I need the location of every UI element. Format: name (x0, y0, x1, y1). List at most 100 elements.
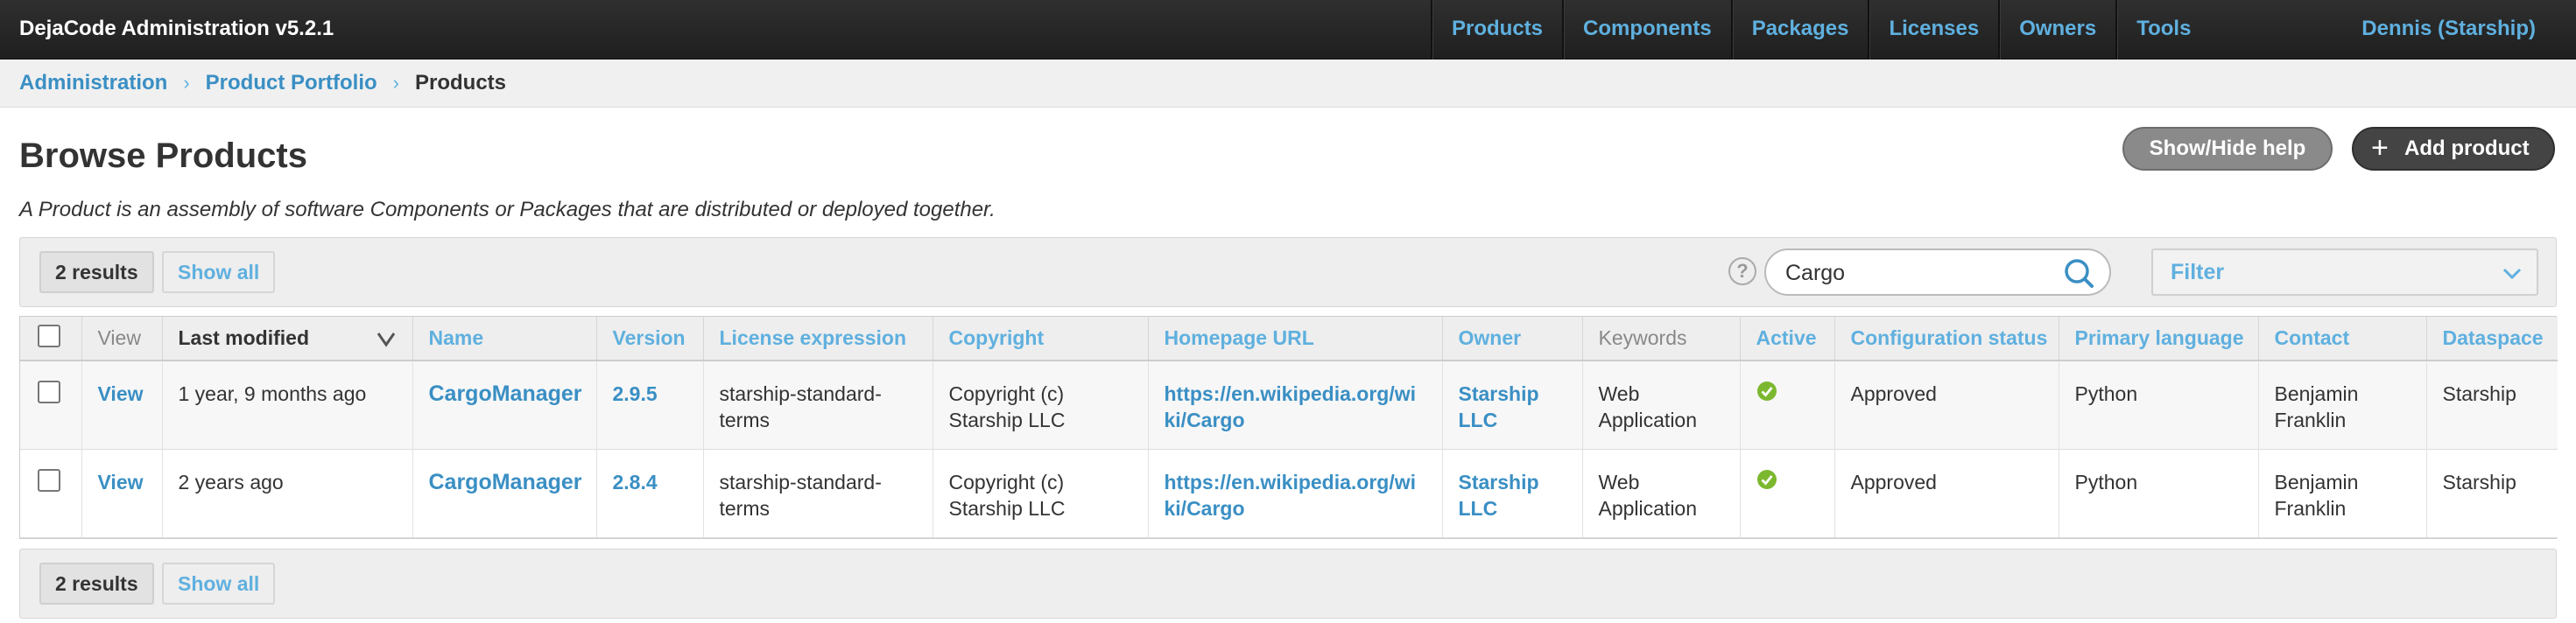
view-cell: View (81, 360, 163, 450)
keywords-cell: Web Application (1582, 360, 1741, 450)
filter-dropdown[interactable]: Filter (2151, 248, 2538, 296)
header-configuration-status[interactable]: Configuration status (1834, 317, 2059, 361)
owner-link[interactable]: Starship LLC (1459, 382, 1539, 431)
page-description: A Product is an assembly of software Com… (19, 198, 996, 221)
header-last-modified[interactable]: Last modified (162, 317, 413, 361)
homepage-url-cell: https://en.wikipedia.org/wiki/Cargo (1148, 360, 1443, 450)
plus-icon: + (2371, 131, 2389, 164)
check-circle-icon (1756, 382, 1777, 406)
chevron-down-icon (2502, 262, 2523, 288)
active-cell (1740, 449, 1835, 538)
breadcrumb-administration[interactable]: Administration (19, 71, 167, 95)
owner-cell: Starship LLC (1442, 449, 1583, 538)
view-link[interactable]: View (98, 471, 144, 494)
nav-tools[interactable]: Tools (2115, 0, 2210, 60)
version-link[interactable]: 2.9.5 (613, 382, 658, 405)
active-cell (1740, 360, 1835, 450)
contact-cell: Benjamin Franklin (2258, 449, 2427, 538)
add-product-button[interactable]: + Add product (2352, 127, 2555, 171)
breadcrumb-separator-icon: › (183, 72, 190, 94)
breadcrumb-current: Products (414, 71, 506, 94)
row-checkbox[interactable] (38, 468, 60, 492)
contact-cell: Benjamin Franklin (2258, 360, 2427, 450)
sort-descending-icon[interactable] (376, 329, 397, 354)
select-all-checkbox[interactable] (38, 324, 60, 347)
row-select-cell (20, 449, 82, 538)
header-name[interactable]: Name (412, 317, 597, 361)
dataspace-cell: Starship (2426, 360, 2558, 450)
show-hide-help-button[interactable]: Show/Hide help (2122, 127, 2333, 171)
version-cell: 2.8.4 (596, 449, 704, 538)
check-circle-icon (1756, 469, 1777, 494)
header-version[interactable]: Version (596, 317, 704, 361)
row-select-cell (20, 360, 82, 450)
homepage-url-cell: https://en.wikipedia.org/wiki/Cargo (1148, 449, 1443, 538)
nav-products[interactable]: Products (1431, 0, 1562, 60)
header-homepage-url[interactable]: Homepage URL (1148, 317, 1443, 361)
table-row: View 2 years ago CargoManager 2.8.4 star… (20, 449, 2558, 538)
version-cell: 2.9.5 (596, 360, 704, 450)
owner-cell: Starship LLC (1442, 360, 1583, 450)
header-active[interactable]: Active (1740, 317, 1835, 361)
view-cell: View (81, 449, 163, 538)
search-help-icon[interactable]: ? (1728, 257, 1756, 285)
license-expression-cell: starship-standard-terms (703, 360, 933, 450)
filter-label: Filter (2171, 260, 2225, 284)
user-menu[interactable]: Dennis (Starship) (2361, 0, 2536, 60)
main-nav: Products Components Packages Licenses Ow… (1431, 0, 2210, 60)
show-all-button[interactable]: Show all (162, 251, 276, 293)
last-modified-cell: 1 year, 9 months ago (162, 360, 413, 450)
homepage-url-link[interactable]: https://en.wikipedia.org/wiki/Cargo (1165, 382, 1417, 431)
configuration-status-cell: Approved (1834, 449, 2059, 538)
primary-language-cell: Python (2059, 360, 2259, 450)
row-checkbox[interactable] (38, 381, 60, 403)
breadcrumb: Administration › Product Portfolio › Pro… (0, 60, 2576, 108)
header-last-modified-label: Last modified (178, 326, 310, 349)
page-title: Browse Products (19, 136, 307, 175)
header-license-expression[interactable]: License expression (703, 317, 933, 361)
view-link[interactable]: View (98, 382, 144, 405)
search-icon[interactable] (2062, 256, 2095, 294)
header-copyright[interactable]: Copyright (933, 317, 1149, 361)
nav-components[interactable]: Components (1562, 0, 1731, 60)
table-header-row: View Last modified Name Version License … (20, 317, 2558, 361)
license-expression-cell: starship-standard-terms (703, 449, 933, 538)
header-view: View (81, 317, 163, 361)
product-name-link[interactable]: CargoManager (429, 470, 582, 494)
name-cell: CargoManager (412, 360, 597, 450)
homepage-url-link[interactable]: https://en.wikipedia.org/wiki/Cargo (1165, 471, 1417, 520)
nav-licenses[interactable]: Licenses (1868, 0, 1998, 60)
results-toolbar-bottom: 2 results Show all (19, 549, 2557, 619)
top-navbar: DejaCode Administration v5.2.1 Products … (0, 0, 2576, 60)
search-input[interactable] (1784, 257, 2055, 289)
header-keywords: Keywords (1582, 317, 1741, 361)
header-contact[interactable]: Contact (2258, 317, 2427, 361)
last-modified-cell: 2 years ago (162, 449, 413, 538)
copyright-cell: Copyright (c) Starship LLC (933, 449, 1149, 538)
header-owner[interactable]: Owner (1442, 317, 1583, 361)
add-product-label: Add product (2404, 136, 2530, 160)
version-link[interactable]: 2.8.4 (613, 471, 658, 494)
configuration-status-cell: Approved (1834, 360, 2059, 450)
table-row: View 1 year, 9 months ago CargoManager 2… (20, 360, 2558, 450)
show-all-button[interactable]: Show all (162, 563, 276, 605)
copyright-cell: Copyright (c) Starship LLC (933, 360, 1149, 450)
breadcrumb-product-portfolio[interactable]: Product Portfolio (206, 71, 377, 95)
app-title[interactable]: DejaCode Administration v5.2.1 (19, 0, 334, 60)
keywords-cell: Web Application (1582, 449, 1741, 538)
owner-link[interactable]: Starship LLC (1459, 471, 1539, 520)
dataspace-cell: Starship (2426, 449, 2558, 538)
results-count-badge: 2 results (39, 251, 154, 293)
product-name-link[interactable]: CargoManager (429, 382, 582, 406)
header-dataspace[interactable]: Dataspace (2426, 317, 2558, 361)
primary-language-cell: Python (2059, 449, 2259, 538)
name-cell: CargoManager (412, 449, 597, 538)
search-box (1764, 248, 2111, 296)
results-toolbar-top: 2 results Show all ? Filter (19, 237, 2557, 307)
breadcrumb-separator-icon: › (392, 72, 399, 94)
nav-owners[interactable]: Owners (1998, 0, 2115, 60)
header-primary-language[interactable]: Primary language (2059, 317, 2259, 361)
nav-packages[interactable]: Packages (1730, 0, 1869, 60)
header-select-all (20, 317, 82, 361)
results-count-badge: 2 results (39, 563, 154, 605)
